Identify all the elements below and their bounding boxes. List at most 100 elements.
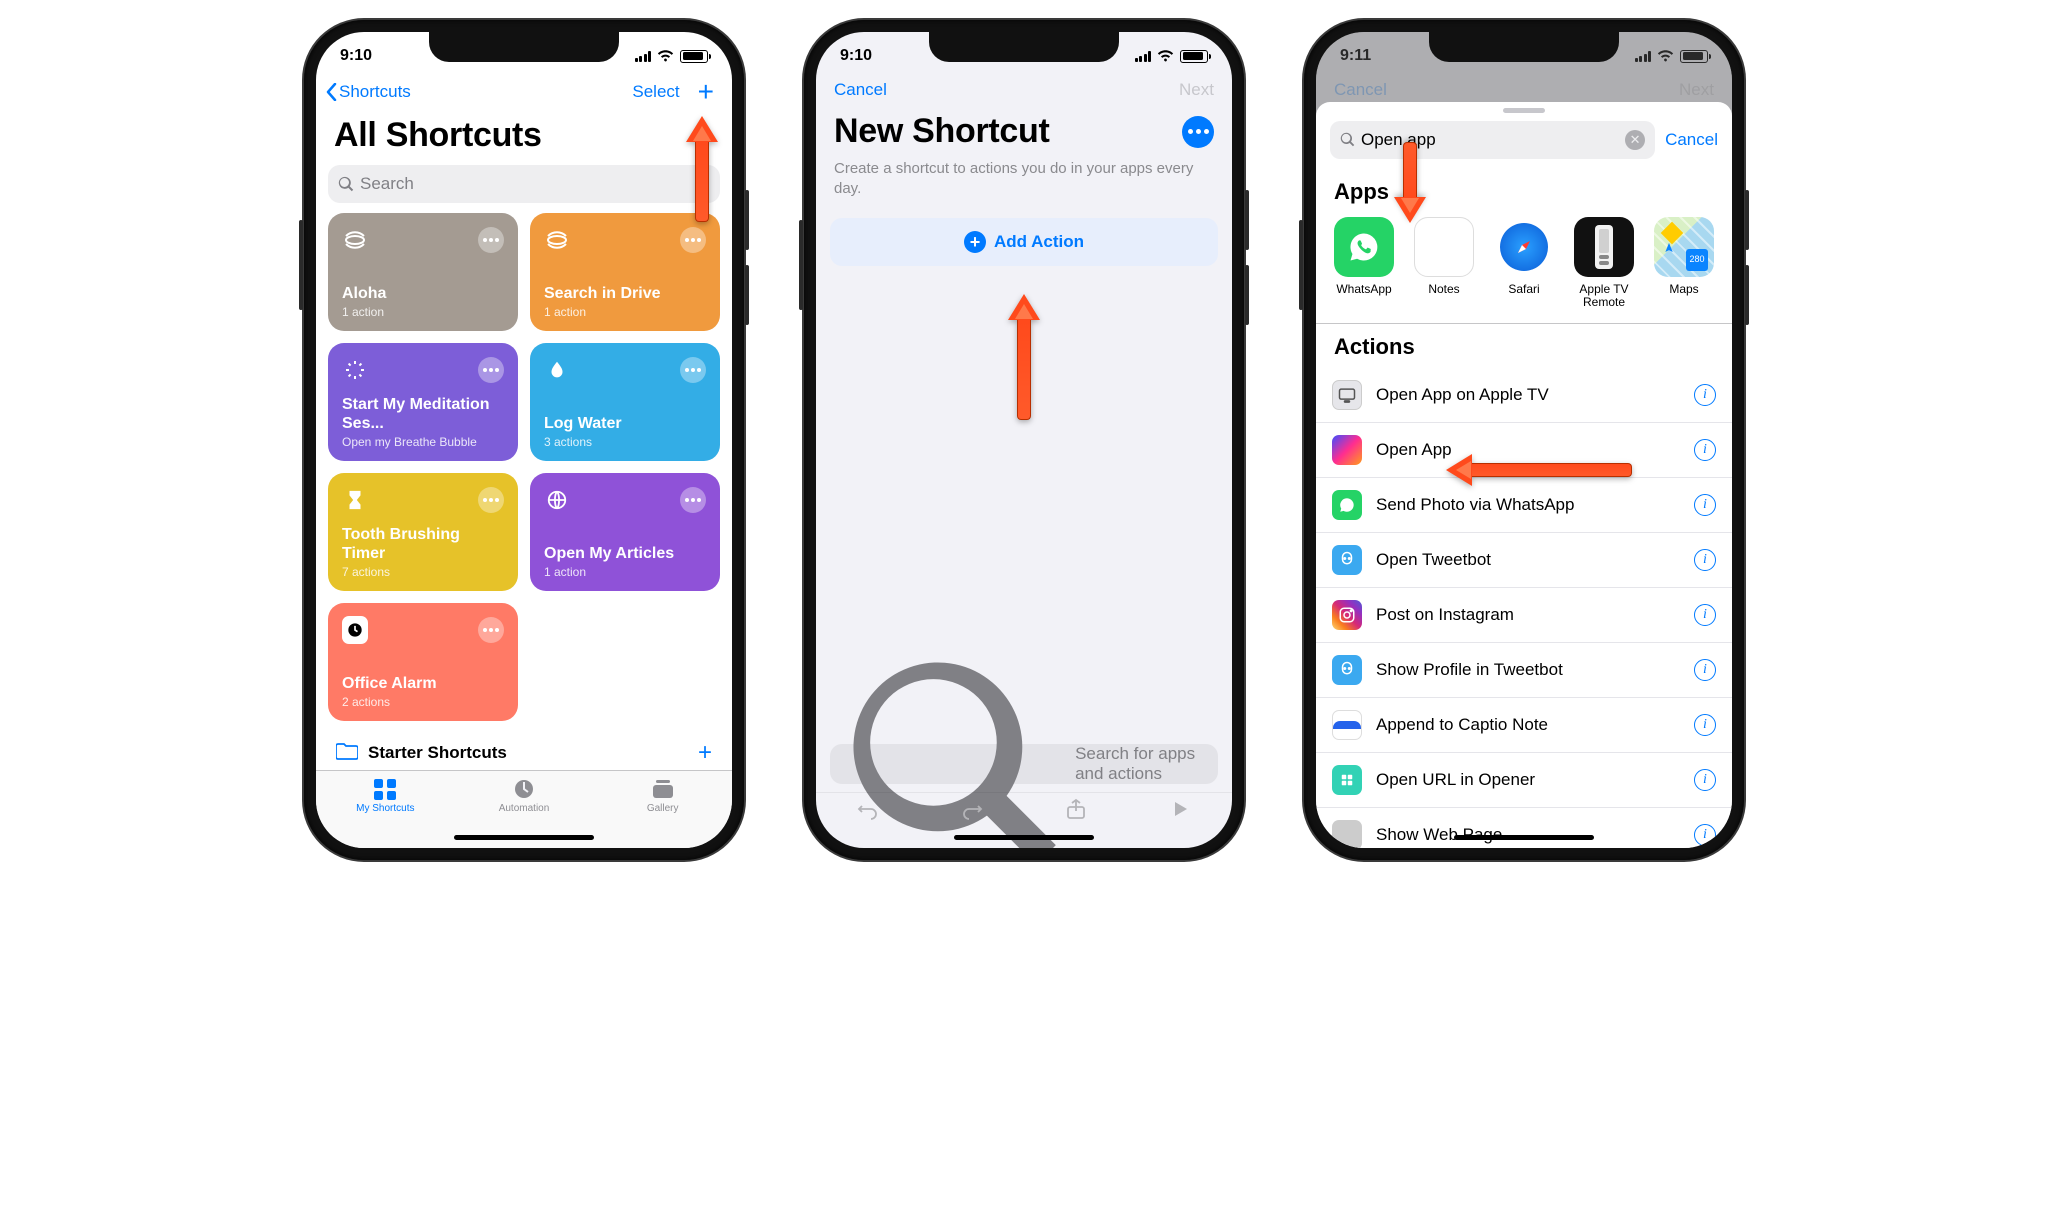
info-button[interactable]: i (1694, 384, 1716, 406)
search-input[interactable]: Search (328, 165, 720, 203)
folder-add-button[interactable]: + (698, 739, 712, 767)
shortcut-tile[interactable]: Tooth Brushing Timer7 actions (328, 473, 518, 591)
notch (429, 32, 619, 62)
add-shortcut-button[interactable]: + (698, 78, 714, 106)
cancel-button[interactable]: Cancel (834, 80, 887, 100)
info-button[interactable]: i (1694, 824, 1716, 846)
share-button[interactable] (1065, 798, 1087, 825)
tile-title: Start My Meditation Ses... (342, 395, 504, 433)
shortcut-tile[interactable]: Log Water 3 actions (530, 343, 720, 461)
action-title: Send Photo via WhatsApp (1376, 495, 1574, 515)
shortcut-tile[interactable]: Search in Drive1 action (530, 213, 720, 331)
tile-icon (342, 487, 368, 513)
home-indicator[interactable] (454, 835, 594, 840)
action-row[interactable]: Open App on Apple TVi (1316, 368, 1732, 423)
nav-bar: Shortcuts Select + (316, 72, 732, 112)
more-icon[interactable] (680, 487, 706, 513)
action-row[interactable]: Open URL in Opener i (1316, 753, 1732, 808)
phone-1: 9:10 Shortcuts Select + All Shortcuts (304, 20, 744, 860)
action-title: Open Tweetbot (1376, 550, 1491, 570)
tile-subtitle: 1 action (544, 565, 706, 579)
tab-gallery[interactable]: Gallery (593, 777, 732, 828)
tile-subtitle: 1 action (544, 305, 706, 319)
info-button[interactable]: i (1694, 714, 1716, 736)
phone-3: 9:11 CancelNext Open app ✕ Cancel Apps (1304, 20, 1744, 860)
action-row[interactable]: Append to Captio Notei (1316, 698, 1732, 753)
action-title: Open App (1376, 440, 1452, 460)
tile-subtitle: 1 action (342, 305, 504, 319)
home-indicator[interactable] (1454, 835, 1594, 840)
info-button[interactable]: i (1694, 604, 1716, 626)
tile-subtitle: 2 actions (342, 695, 504, 709)
app-item[interactable]: Apple TV Remote (1572, 217, 1636, 309)
action-row[interactable]: Post on Instagram i (1316, 588, 1732, 643)
next-button[interactable]: Next (1179, 80, 1214, 100)
action-row[interactable]: Open Tweetbot i (1316, 533, 1732, 588)
undo-button[interactable] (857, 798, 879, 825)
wifi-icon (657, 50, 674, 62)
more-icon[interactable] (680, 357, 706, 383)
search-icon (338, 176, 354, 192)
tab-automation[interactable]: Automation (455, 777, 594, 828)
app-label: Safari (1508, 283, 1539, 296)
info-button[interactable]: i (1694, 494, 1716, 516)
add-action-button[interactable]: + Add Action (830, 218, 1218, 266)
app-item[interactable]: Notes (1412, 217, 1476, 309)
page-title: New Shortcut (834, 112, 1050, 151)
notch (1429, 32, 1619, 62)
redo-button[interactable] (961, 798, 983, 825)
shortcut-tile[interactable]: Start My Meditation Ses...Open my Breath… (328, 343, 518, 461)
sheet-grabber[interactable] (1503, 108, 1545, 113)
app-item[interactable]: WhatsApp (1332, 217, 1396, 309)
folder-icon (336, 742, 358, 765)
more-icon[interactable] (478, 487, 504, 513)
shortcut-tile[interactable]: Aloha1 action (328, 213, 518, 331)
page-title: All Shortcuts (316, 112, 732, 165)
folder-row[interactable]: Starter Shortcuts + (328, 721, 720, 770)
info-button[interactable]: i (1694, 769, 1716, 791)
more-icon[interactable] (478, 617, 504, 643)
shortcut-tile[interactable]: Open My Articles1 action (530, 473, 720, 591)
more-icon[interactable] (478, 227, 504, 253)
tile-icon (342, 227, 368, 253)
actions-header: Actions (1316, 324, 1732, 368)
app-label: WhatsApp (1336, 283, 1391, 296)
cancel-button[interactable]: Cancel (1665, 130, 1718, 150)
folder-label: Starter Shortcuts (368, 743, 507, 763)
phone-2: 9:10 Cancel Next New Shortcut Create a s… (804, 20, 1244, 860)
action-row[interactable]: Show Web Pagei (1316, 808, 1732, 848)
search-placeholder: Search (360, 174, 414, 194)
select-button[interactable]: Select (632, 82, 679, 102)
action-title: Open URL in Opener (1376, 770, 1535, 790)
annotation-arrow (1394, 142, 1426, 223)
more-icon[interactable] (478, 357, 504, 383)
action-row[interactable]: Show Profile in Tweetboti (1316, 643, 1732, 698)
signal-icon (1135, 50, 1152, 62)
clear-search-button[interactable]: ✕ (1625, 130, 1645, 150)
run-button[interactable] (1169, 798, 1191, 825)
shortcut-tile[interactable]: Office Alarm 2 actions (328, 603, 518, 721)
status-time: 9:10 (340, 47, 372, 65)
tile-title: Log Water (544, 414, 706, 433)
battery-icon (680, 50, 708, 63)
search-icon (1340, 132, 1355, 147)
more-icon[interactable] (680, 227, 706, 253)
more-options-button[interactable] (1182, 116, 1214, 148)
info-button[interactable]: i (1694, 439, 1716, 461)
app-item[interactable]: Safari (1492, 217, 1556, 309)
tab-my-shortcuts[interactable]: My Shortcuts (316, 777, 455, 828)
app-item[interactable]: 280Maps (1652, 217, 1716, 309)
tab-label: Gallery (647, 803, 679, 814)
annotation-arrow (1446, 454, 1632, 486)
tile-subtitle: 7 actions (342, 565, 504, 579)
info-button[interactable]: i (1694, 549, 1716, 571)
add-action-label: Add Action (994, 232, 1084, 252)
back-button[interactable]: Shortcuts (326, 82, 411, 102)
bottom-search-input[interactable]: Search for apps and actions (830, 744, 1218, 784)
search-input[interactable]: Open app ✕ (1330, 121, 1655, 159)
tile-subtitle: 3 actions (544, 435, 706, 449)
home-indicator[interactable] (954, 835, 1094, 840)
tile-title: Office Alarm (342, 674, 504, 693)
action-title: Post on Instagram (1376, 605, 1514, 625)
info-button[interactable]: i (1694, 659, 1716, 681)
